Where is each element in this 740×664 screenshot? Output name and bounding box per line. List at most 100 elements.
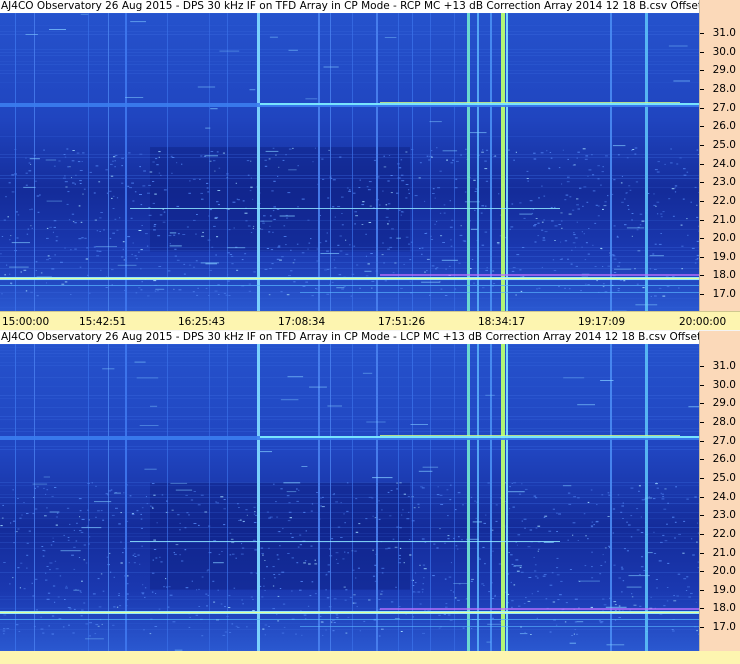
speckle — [334, 267, 337, 269]
speckle — [25, 290, 28, 292]
lcp-spectrogram[interactable] — [0, 344, 699, 651]
speckle — [422, 564, 426, 566]
speckle — [541, 185, 543, 187]
speckle — [47, 255, 50, 257]
speckle — [152, 507, 154, 509]
speckle — [508, 508, 511, 510]
tone-segment — [364, 270, 372, 272]
frequency-label: 17.0 — [712, 288, 736, 301]
speckle — [529, 200, 533, 202]
speckle — [611, 254, 615, 256]
speckle — [658, 287, 662, 289]
speckle — [43, 487, 45, 489]
speckle — [518, 605, 521, 607]
speckle — [387, 547, 391, 549]
speckle — [79, 516, 81, 518]
speckle — [576, 157, 578, 159]
speckle — [310, 238, 312, 240]
noise-band — [0, 82, 699, 83]
speckle — [290, 249, 292, 251]
speckle — [366, 186, 369, 188]
speckle — [667, 502, 669, 504]
speckle — [140, 289, 143, 291]
time-label: 19:17:09 — [578, 316, 626, 328]
speckle — [354, 602, 357, 604]
speckle — [118, 593, 120, 595]
speckle — [641, 499, 645, 501]
speckle — [66, 148, 69, 150]
speckle — [588, 169, 592, 171]
speckle — [205, 593, 208, 595]
speckle — [582, 205, 584, 207]
speckle — [140, 249, 143, 251]
speckle — [600, 248, 603, 250]
speckle — [481, 244, 485, 246]
speckle — [99, 231, 101, 232]
speckle — [89, 292, 91, 294]
noise-band — [0, 482, 699, 483]
speckle — [254, 511, 256, 513]
speckle — [552, 601, 556, 603]
interference-line — [88, 13, 89, 311]
speckle — [292, 262, 295, 264]
speckle — [76, 152, 80, 154]
speckle — [558, 513, 561, 515]
speckle — [587, 538, 589, 540]
speckle — [283, 225, 286, 227]
speckle — [97, 578, 100, 580]
speckle — [378, 204, 381, 206]
speckle — [230, 255, 234, 257]
speckle — [488, 591, 491, 593]
speckle — [344, 522, 346, 524]
speckle — [314, 593, 317, 595]
rcp-spectrogram[interactable] — [0, 13, 699, 311]
speckle — [337, 526, 341, 528]
speckle — [173, 234, 176, 236]
speckle — [119, 605, 122, 607]
speckle — [448, 265, 451, 267]
speckle — [510, 554, 513, 556]
speckle — [601, 171, 604, 173]
speckle — [127, 236, 131, 238]
speckle — [262, 554, 264, 556]
speckle — [138, 251, 140, 253]
speckle — [277, 175, 279, 177]
speckle — [399, 558, 401, 560]
speckle — [217, 589, 219, 591]
speckle — [574, 237, 578, 239]
rcp-spectrogram-canvas — [0, 13, 699, 311]
speckle — [431, 265, 435, 267]
speckle — [100, 212, 103, 213]
speckle — [167, 270, 171, 272]
speckle — [106, 192, 108, 194]
speckle — [217, 204, 220, 206]
interference-line — [490, 344, 492, 651]
speckle — [656, 201, 660, 203]
speckle — [628, 524, 631, 526]
speckle — [327, 571, 331, 573]
speckle — [525, 597, 527, 599]
interference-line — [506, 344, 508, 651]
tone-segment — [466, 538, 479, 540]
speckle — [378, 176, 380, 178]
speckle — [345, 239, 347, 241]
speckle — [67, 166, 69, 168]
speckle — [622, 502, 624, 504]
speckle — [513, 584, 516, 586]
speckle — [335, 501, 338, 503]
speckle — [537, 590, 539, 592]
speckle — [95, 165, 99, 167]
speckle — [64, 281, 68, 283]
speckle — [616, 235, 618, 237]
speckle — [403, 263, 405, 265]
speckle — [483, 522, 486, 524]
speckle — [640, 516, 642, 518]
speckle — [207, 594, 209, 596]
speckle — [442, 242, 445, 243]
speckle — [198, 588, 200, 590]
speckle — [190, 499, 194, 501]
noise-band — [0, 175, 699, 176]
speckle — [436, 147, 438, 149]
speckle — [395, 586, 397, 588]
speckle — [667, 562, 670, 564]
